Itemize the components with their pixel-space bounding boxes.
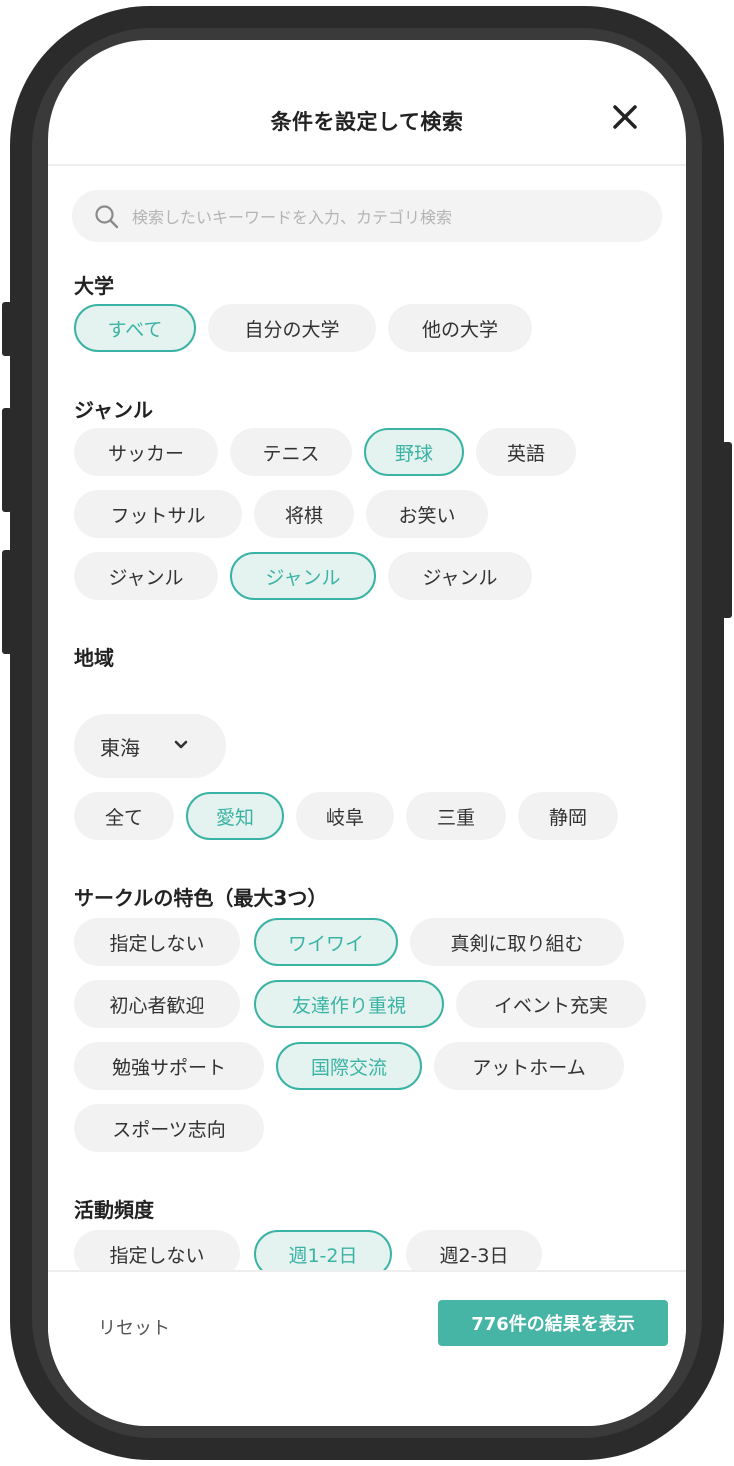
chip-genre-baseball[interactable]: 野球 [364, 428, 464, 476]
search-bar[interactable] [72, 190, 662, 244]
side-button-volume-down [2, 550, 12, 654]
chip-genre-genre-3[interactable]: ジャンル [388, 552, 532, 600]
chip-university-all[interactable]: すべて [74, 304, 196, 352]
section-label-university: 大学 [74, 274, 114, 298]
show-results-button[interactable]: 776件の結果を表示 [438, 1300, 668, 1346]
side-button-mute [2, 302, 12, 356]
chip-feature-homey[interactable]: アットホーム [434, 1042, 624, 1090]
chip-feature-international[interactable]: 国際交流 [276, 1042, 422, 1090]
chip-region-all[interactable]: 全て [74, 792, 174, 840]
chip-genre-genre-1[interactable]: ジャンル [74, 552, 218, 600]
reset-button[interactable]: リセット [98, 1314, 170, 1340]
chip-feature-friends[interactable]: 友達作り重視 [254, 980, 444, 1028]
chip-feature-sports[interactable]: スポーツ志向 [74, 1104, 264, 1152]
chip-feature-waiwai[interactable]: ワイワイ [254, 918, 398, 966]
chip-region-aichi[interactable]: 愛知 [186, 792, 284, 840]
chevron-down-icon [174, 740, 188, 749]
chip-region-shizuoka[interactable]: 静岡 [518, 792, 618, 840]
modal-header: 条件を設定して検索 [48, 40, 686, 166]
side-button-power [722, 442, 732, 618]
chip-university-other[interactable]: 他の大学 [388, 304, 532, 352]
filter-content[interactable]: 大学 すべて 自分の大学 他の大学 ジャンル サッカー テニス 野球 英語 フッ… [48, 166, 686, 1270]
search-input[interactable] [130, 190, 654, 244]
section-label-genre: ジャンル [74, 398, 153, 422]
chip-feature-none[interactable]: 指定しない [74, 918, 240, 966]
region-dropdown-value: 東海 [100, 735, 140, 760]
chip-university-own[interactable]: 自分の大学 [208, 304, 376, 352]
section-label-features: サークルの特色（最大3つ） [74, 886, 328, 910]
modal-footer: リセット 776件の結果を表示 [48, 1270, 686, 1426]
section-label-frequency: 活動頻度 [74, 1198, 154, 1222]
close-icon[interactable] [608, 100, 642, 134]
chip-genre-futsal[interactable]: フットサル [74, 490, 242, 538]
page-title: 条件を設定して検索 [270, 110, 464, 134]
chip-genre-comedy[interactable]: お笑い [366, 490, 488, 538]
chip-feature-study[interactable]: 勉強サポート [74, 1042, 264, 1090]
screen: 条件を設定して検索 大学 すべて 自分の大学 他の大学 ジャンル サッカー テニ… [48, 40, 686, 1426]
chip-feature-serious[interactable]: 真剣に取り組む [410, 918, 624, 966]
chip-genre-genre-2[interactable]: ジャンル [230, 552, 376, 600]
chip-frequency-1-2[interactable]: 週1-2日 [254, 1230, 392, 1270]
search-icon [95, 205, 119, 229]
section-label-region: 地域 [74, 646, 114, 670]
chip-feature-events[interactable]: イベント充実 [456, 980, 646, 1028]
chip-frequency-none[interactable]: 指定しない [74, 1230, 240, 1270]
chip-genre-english[interactable]: 英語 [476, 428, 576, 476]
chip-frequency-2-3[interactable]: 週2-3日 [406, 1230, 542, 1270]
chip-genre-shogi[interactable]: 将棋 [254, 490, 354, 538]
side-button-volume-up [2, 408, 12, 512]
chip-feature-beginner[interactable]: 初心者歓迎 [74, 980, 240, 1028]
chip-region-gifu[interactable]: 岐阜 [296, 792, 394, 840]
region-dropdown[interactable]: 東海 [74, 714, 226, 778]
chip-genre-tennis[interactable]: テニス [230, 428, 352, 476]
chip-region-mie[interactable]: 三重 [406, 792, 506, 840]
chip-genre-soccer[interactable]: サッカー [74, 428, 218, 476]
